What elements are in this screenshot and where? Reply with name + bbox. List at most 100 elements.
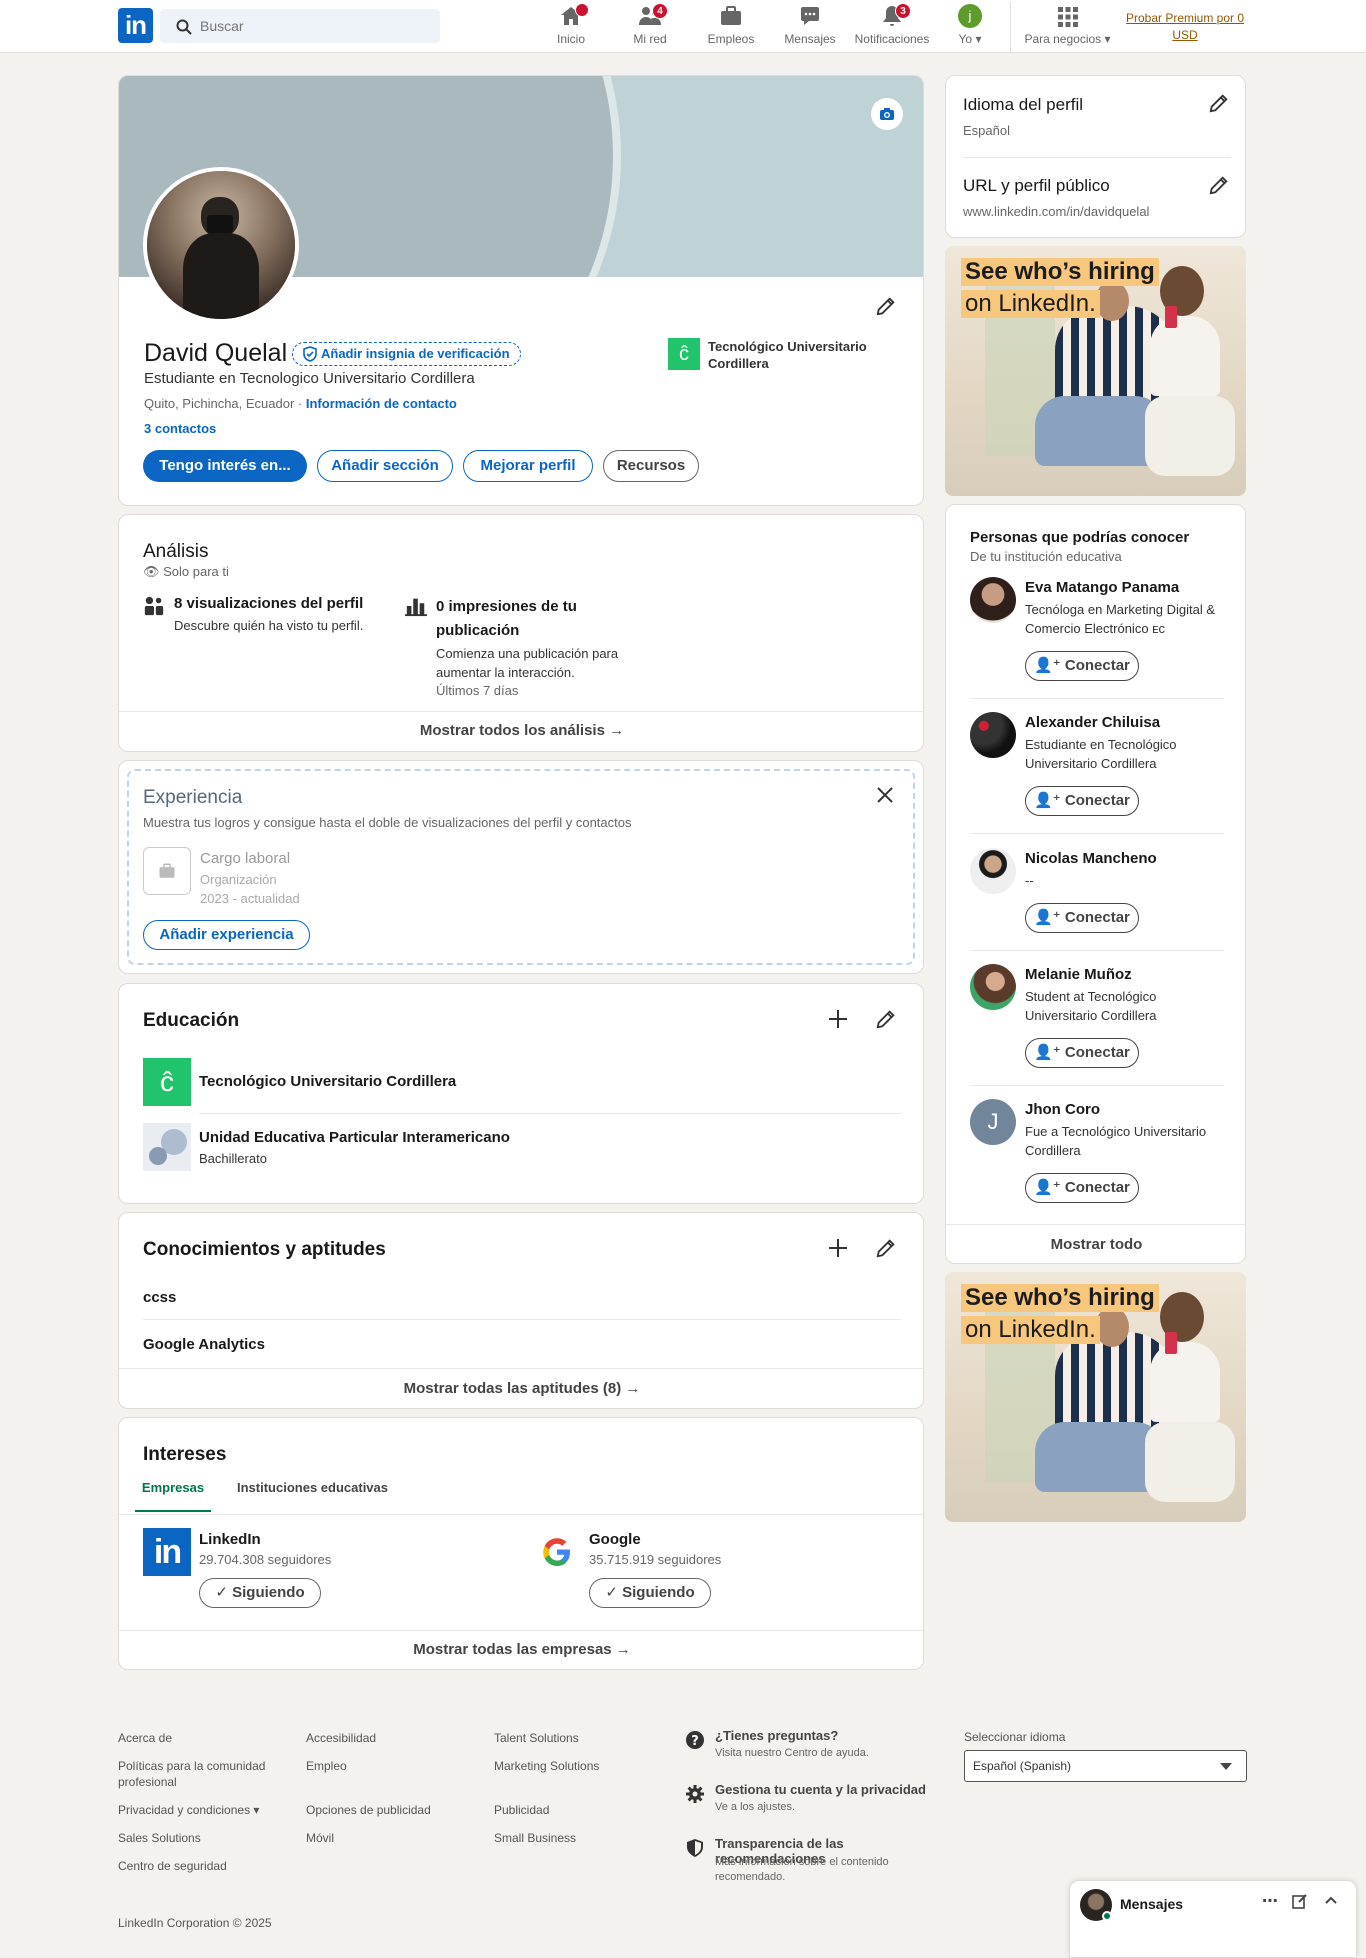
linkedin-logo[interactable]: in [118,8,153,43]
language-select-value: Español (Spanish) [973,1759,1072,1773]
verification-badge-button[interactable]: Añadir insignia de verificación [292,342,521,366]
footer-link[interactable]: Centro de seguridad [118,1858,227,1874]
edit-url-button[interactable] [1208,174,1232,198]
show-all-analytics-link[interactable]: Mostrar todos los análisis → [119,722,923,739]
nav-jobs[interactable]: Empleos [705,4,757,50]
person-item[interactable]: J Jhon Coro Fue a Tecnológico Universita… [970,1099,1224,1209]
footer-link[interactable]: Talent Solutions [494,1730,579,1746]
tab-companies[interactable]: Empresas [135,1480,211,1512]
improve-profile-button[interactable]: Mejorar perfil [463,450,593,482]
tab-schools[interactable]: Instituciones educativas [237,1480,388,1495]
divider [119,1368,923,1369]
nav-me[interactable]: j Yo ▾ [950,4,990,50]
divider [970,698,1224,699]
resources-button[interactable]: Recursos [603,450,699,482]
connect-button[interactable]: 👤⁺ Conectar [1025,651,1139,681]
edit-intro-button[interactable] [875,295,903,323]
profile-photo[interactable] [143,167,299,323]
person-item[interactable]: Eva Matango Panama Tecnóloga en Marketin… [970,577,1224,697]
footer-link[interactable]: Acerca de [118,1730,172,1746]
person-name: Alexander Chiluisa [1025,714,1161,731]
following-button[interactable]: ✓ Siguiendo [589,1578,711,1608]
footer-link[interactable]: Empleo [306,1758,347,1774]
edit-education-button[interactable] [875,1008,899,1032]
chevron-down-icon [1220,1763,1232,1770]
close-experience-button[interactable] [875,785,899,809]
compose-button[interactable] [1292,1893,1312,1913]
footer-link[interactable]: Opciones de publicidad [306,1802,431,1818]
nav-separator [1010,2,1011,52]
footer-link[interactable]: Sales Solutions [118,1830,201,1846]
edit-language-button[interactable] [1208,92,1232,116]
pencil-icon [876,1239,895,1258]
skill-item[interactable]: Google Analytics [143,1336,265,1353]
footer-link[interactable]: Políticas para la comunidad profesional [118,1758,288,1790]
education-item[interactable]: ĉ Tecnológico Universitario Cordillera [143,1058,901,1106]
person-name: Nicolas Mancheno [1025,850,1157,867]
briefcase-icon [159,863,175,878]
more-options-icon[interactable]: ⋯ [1262,1891,1278,1911]
help-item[interactable]: Transparencia de las recomendaciones Más… [683,1836,953,1892]
company-item[interactable]: in LinkedIn 29.704.308 seguidores ✓ Sigu… [143,1528,503,1618]
add-skill-button[interactable] [827,1237,851,1261]
add-education-button[interactable] [827,1008,851,1032]
messaging-panel[interactable]: Mensajes ⋯ [1069,1880,1357,1958]
hiring-ad[interactable]: See who’s hiring on LinkedIn. [945,1272,1246,1522]
contact-info-link[interactable]: Información de contacto [306,396,457,411]
analytics-title: Análisis [143,541,209,562]
help-item[interactable]: ? ¿Tienes preguntas? Visita nuestro Cent… [683,1728,953,1768]
company-item[interactable]: Google 35.715.919 seguidores ✓ Siguiendo [541,1528,901,1618]
open-to-button[interactable]: Tengo interés en... [143,450,307,482]
experience-card: Experiencia Muestra tus logros y consigu… [118,760,924,974]
footer-link[interactable]: Small Business [494,1830,576,1846]
connections-link[interactable]: 3 contactos [144,421,216,436]
show-all-skills-link[interactable]: Mostrar todas las aptitudes (8) → [119,1380,923,1397]
premium-link[interactable]: Probar Premium por 0 USD [1120,10,1250,44]
help-sub: Ve a los ajustes. [715,1801,796,1813]
nav-business[interactable]: Para negocios ▾ [1020,4,1115,50]
collapse-button[interactable] [1324,1893,1344,1913]
org-logo[interactable]: ĉ [668,338,700,370]
person-headline: Student at Tecnológico Universitario Cor… [1025,989,1157,1023]
hiring-ad[interactable]: See who’s hiring on LinkedIn. [945,246,1246,496]
connect-button[interactable]: 👤⁺ Conectar [1025,1173,1139,1203]
footer-link[interactable]: Móvil [306,1830,334,1846]
divider [119,711,923,712]
connect-button[interactable]: 👤⁺ Conectar [1025,1038,1139,1068]
nav-messaging[interactable]: Mensajes [782,4,838,50]
education-item[interactable]: Unidad Educativa Particular Interamerica… [143,1123,901,1171]
add-person-icon: 👤⁺ [1034,792,1061,809]
person-item[interactable]: Alexander Chiluisa Estudiante en Tecnoló… [970,712,1224,822]
language-select[interactable]: Español (Spanish) [964,1750,1247,1782]
search-input[interactable] [200,9,430,43]
footer-link[interactable]: Accesibilidad [306,1730,376,1746]
show-all-people-link[interactable]: Mostrar todo [946,1236,1245,1253]
edit-skills-button[interactable] [875,1237,899,1261]
person-item[interactable]: Nicolas Mancheno -- 👤⁺ Conectar [970,848,1224,938]
footer-link[interactable]: Privacidad y condiciones ▾ [118,1802,259,1818]
help-item[interactable]: Gestiona tu cuenta y la privacidad Ve a … [683,1782,953,1822]
footer-link[interactable]: Publicidad [494,1802,549,1818]
following-button[interactable]: ✓ Siguiendo [199,1578,321,1608]
nav-network[interactable]: 4 Mi red [630,3,670,50]
ad-headline-line2: on LinkedIn. [961,1316,1100,1344]
footer-link[interactable]: Marketing Solutions [494,1758,599,1774]
skill-item[interactable]: ccss [143,1289,176,1306]
nav-notifications[interactable]: 3 Notificaciones [852,3,932,50]
add-section-button[interactable]: Añadir sección [317,450,453,482]
search-box[interactable] [160,9,440,43]
language-select-label: Seleccionar idioma [964,1730,1066,1744]
connect-button[interactable]: 👤⁺ Conectar [1025,903,1139,933]
add-experience-button[interactable]: Añadir experiencia [143,920,310,950]
show-all-companies-link[interactable]: Mostrar todas las empresas → [119,1641,923,1658]
org-name[interactable]: Tecnológico Universitario Cordillera [708,338,898,372]
gear-icon [686,1785,704,1803]
google-logo-icon [543,1538,570,1566]
public-url-title: URL y perfil público [963,176,1110,195]
pymk-subtitle: De tu institución educativa [970,549,1122,564]
camera-button[interactable] [871,98,903,130]
person-item[interactable]: Melanie Muñoz Student at Tecnológico Uni… [970,964,1224,1074]
nav-home[interactable]: Inicio [551,3,591,50]
connect-button[interactable]: 👤⁺ Conectar [1025,786,1139,816]
ad-headline-line1: See who’s hiring [961,258,1159,286]
